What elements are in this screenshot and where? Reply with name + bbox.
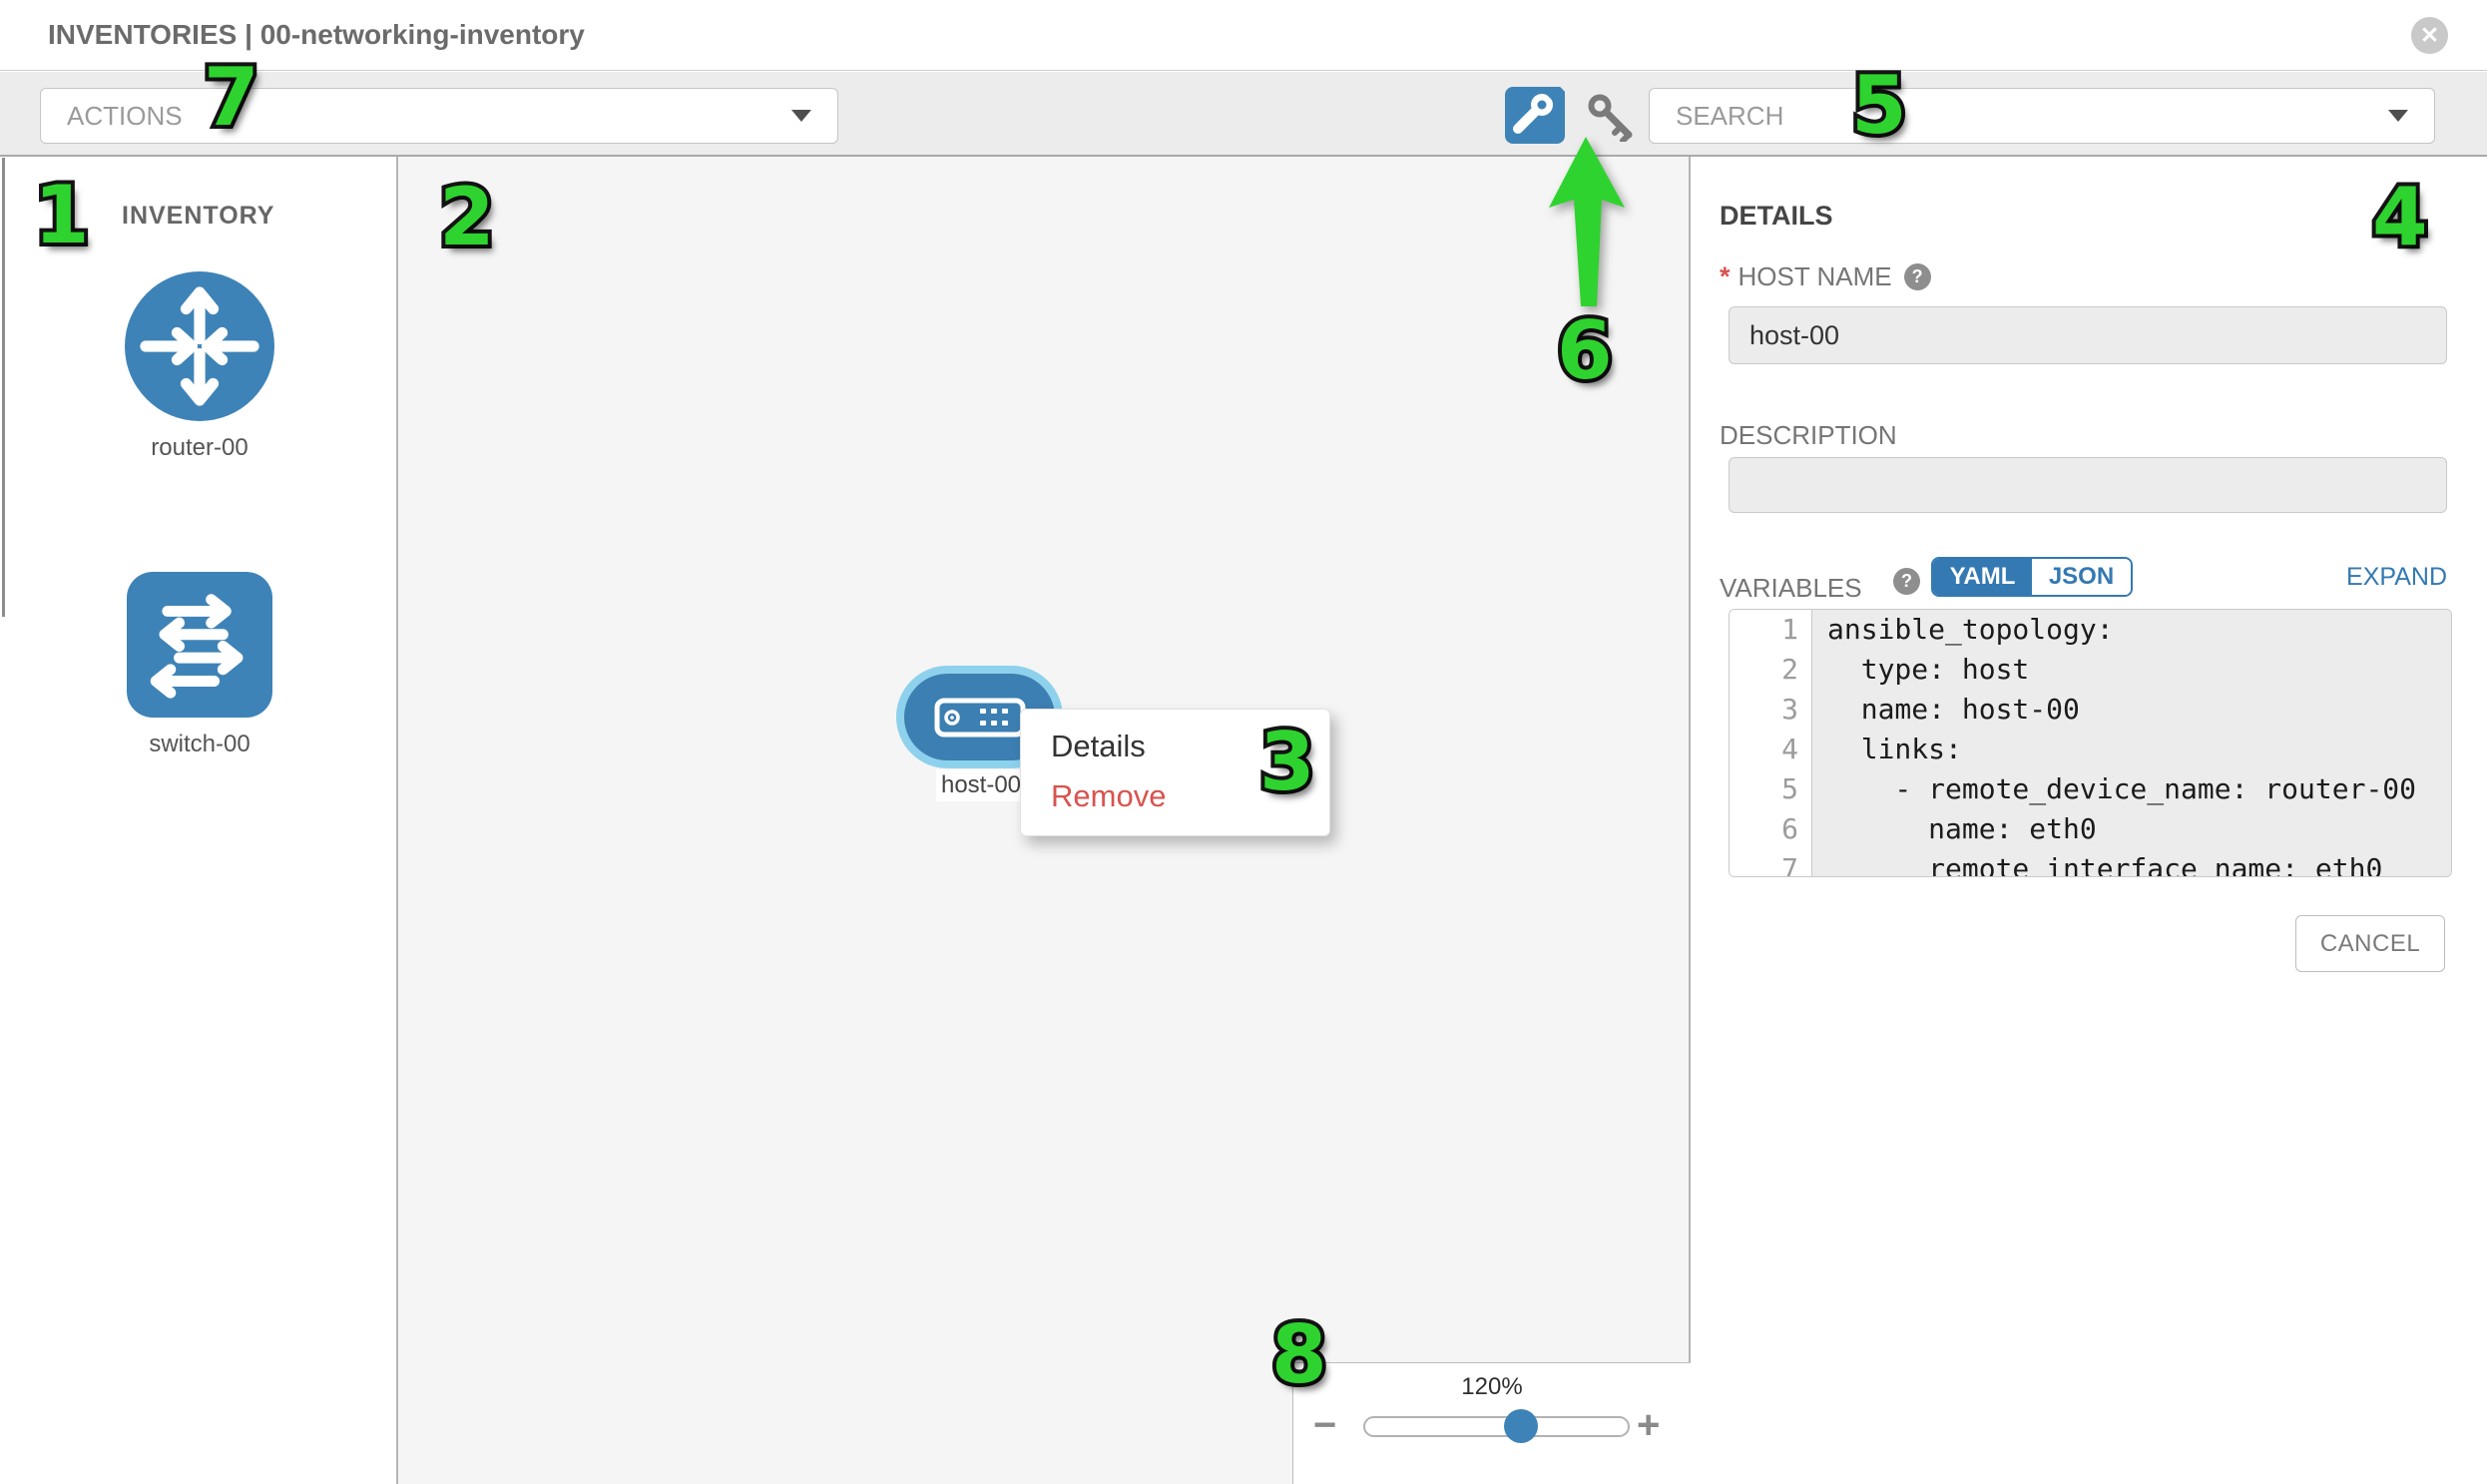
host-server-icon xyxy=(934,698,1026,738)
context-menu: Details Remove xyxy=(1020,709,1330,836)
zoom-slider-handle[interactable] xyxy=(1504,1409,1538,1443)
search-dropdown-label: SEARCH xyxy=(1676,101,1783,132)
variables-format-toggle: YAML JSON xyxy=(1931,557,2133,597)
line-code: ansible_topology: xyxy=(1812,610,2451,650)
json-toggle-button[interactable]: JSON xyxy=(2032,559,2131,595)
line-code: type: host xyxy=(1812,650,2451,690)
variables-code-editor[interactable]: 1 ansible_topology: 2 type: host 3 name:… xyxy=(1729,609,2452,877)
required-mark: * xyxy=(1720,261,1731,292)
line-code: links: xyxy=(1812,730,2451,769)
palette-item-label: router-00 xyxy=(125,434,274,462)
close-button[interactable]: ✕ xyxy=(2411,17,2448,54)
menu-item-remove[interactable]: Remove xyxy=(1021,771,1329,821)
toolbox-button[interactable] xyxy=(1505,87,1565,144)
router-icon xyxy=(125,271,274,421)
line-code: name: eth0 xyxy=(1812,809,2451,849)
description-input[interactable] xyxy=(1729,457,2447,513)
host-name-label: HOST NAME xyxy=(1739,261,1892,292)
zoom-out-button[interactable]: − xyxy=(1313,1405,1336,1445)
code-line: 1 ansible_topology: xyxy=(1730,610,2451,650)
palette-item-label: switch-00 xyxy=(127,731,272,758)
zoom-level-label: 120% xyxy=(1293,1373,1691,1401)
description-label: DESCRIPTION xyxy=(1720,420,1897,451)
topology-canvas[interactable]: host-00 Details Remove 120% − + xyxy=(398,157,1691,1484)
code-line: 7 remote_interface_name: eth0 xyxy=(1730,849,2451,877)
inventories-topology-window: INVENTORIES | 00-networking-inventory ✕ … xyxy=(0,0,2487,1484)
chevron-down-icon xyxy=(2388,110,2408,122)
line-number: 3 xyxy=(1730,690,1812,730)
actions-dropdown-label: ACTIONS xyxy=(67,101,183,132)
inventory-heading: INVENTORY xyxy=(122,202,274,231)
key-icon[interactable] xyxy=(1585,92,1641,142)
line-number: 4 xyxy=(1730,730,1812,769)
node-label: host-00 xyxy=(936,769,1026,801)
code-line: 4 links: xyxy=(1730,730,2451,769)
chevron-down-icon xyxy=(791,110,811,122)
details-panel: DETAILS * HOST NAME ? DESCRIPTION VARIAB… xyxy=(1691,157,2487,1484)
wrench-icon xyxy=(1505,87,1565,144)
palette-item-switch[interactable]: switch-00 xyxy=(127,572,272,758)
host-name-input[interactable] xyxy=(1729,306,2447,364)
yaml-toggle-button[interactable]: YAML xyxy=(1933,559,2032,595)
code-line: 2 type: host xyxy=(1730,650,2451,690)
switch-icon xyxy=(127,572,272,718)
actions-dropdown[interactable]: ACTIONS xyxy=(40,88,838,144)
zoom-control: 120% − + xyxy=(1292,1362,1691,1484)
host-name-label-row: * HOST NAME ? xyxy=(1720,261,1931,292)
zoom-slider[interactable] xyxy=(1363,1416,1630,1437)
line-number: 7 xyxy=(1730,849,1812,877)
close-icon: ✕ xyxy=(2420,22,2439,48)
line-code: - remote_device_name: router-00 xyxy=(1812,769,2451,809)
code-line: 5 - remote_device_name: router-00 xyxy=(1730,769,2451,809)
line-code: name: host-00 xyxy=(1812,690,2451,730)
inventory-sidebar: INVENTORY router-00 xyxy=(0,157,398,1484)
window-header: INVENTORIES | 00-networking-inventory ✕ xyxy=(0,0,2487,71)
line-number: 2 xyxy=(1730,650,1812,690)
toolbar: ACTIONS SEARCH xyxy=(0,72,2487,157)
search-dropdown[interactable]: SEARCH xyxy=(1649,88,2435,144)
zoom-in-button[interactable]: + xyxy=(1637,1405,1660,1445)
line-number: 5 xyxy=(1730,769,1812,809)
page-title: INVENTORIES | 00-networking-inventory xyxy=(48,0,585,70)
variables-label: VARIABLES xyxy=(1720,573,1862,604)
cancel-button[interactable]: CANCEL xyxy=(2295,915,2445,972)
line-code: remote_interface_name: eth0 xyxy=(1812,849,2451,877)
details-heading: DETAILS xyxy=(1720,201,1833,232)
line-number: 1 xyxy=(1730,610,1812,650)
help-icon[interactable]: ? xyxy=(1893,568,1920,595)
sidebar-edge-line xyxy=(2,158,5,617)
help-icon[interactable]: ? xyxy=(1904,263,1931,290)
line-number: 6 xyxy=(1730,809,1812,849)
code-line: 3 name: host-00 xyxy=(1730,690,2451,730)
palette-item-router[interactable]: router-00 xyxy=(125,271,274,462)
expand-link[interactable]: EXPAND xyxy=(2346,563,2447,592)
menu-item-details[interactable]: Details xyxy=(1021,722,1329,771)
code-line: 6 name: eth0 xyxy=(1730,809,2451,849)
